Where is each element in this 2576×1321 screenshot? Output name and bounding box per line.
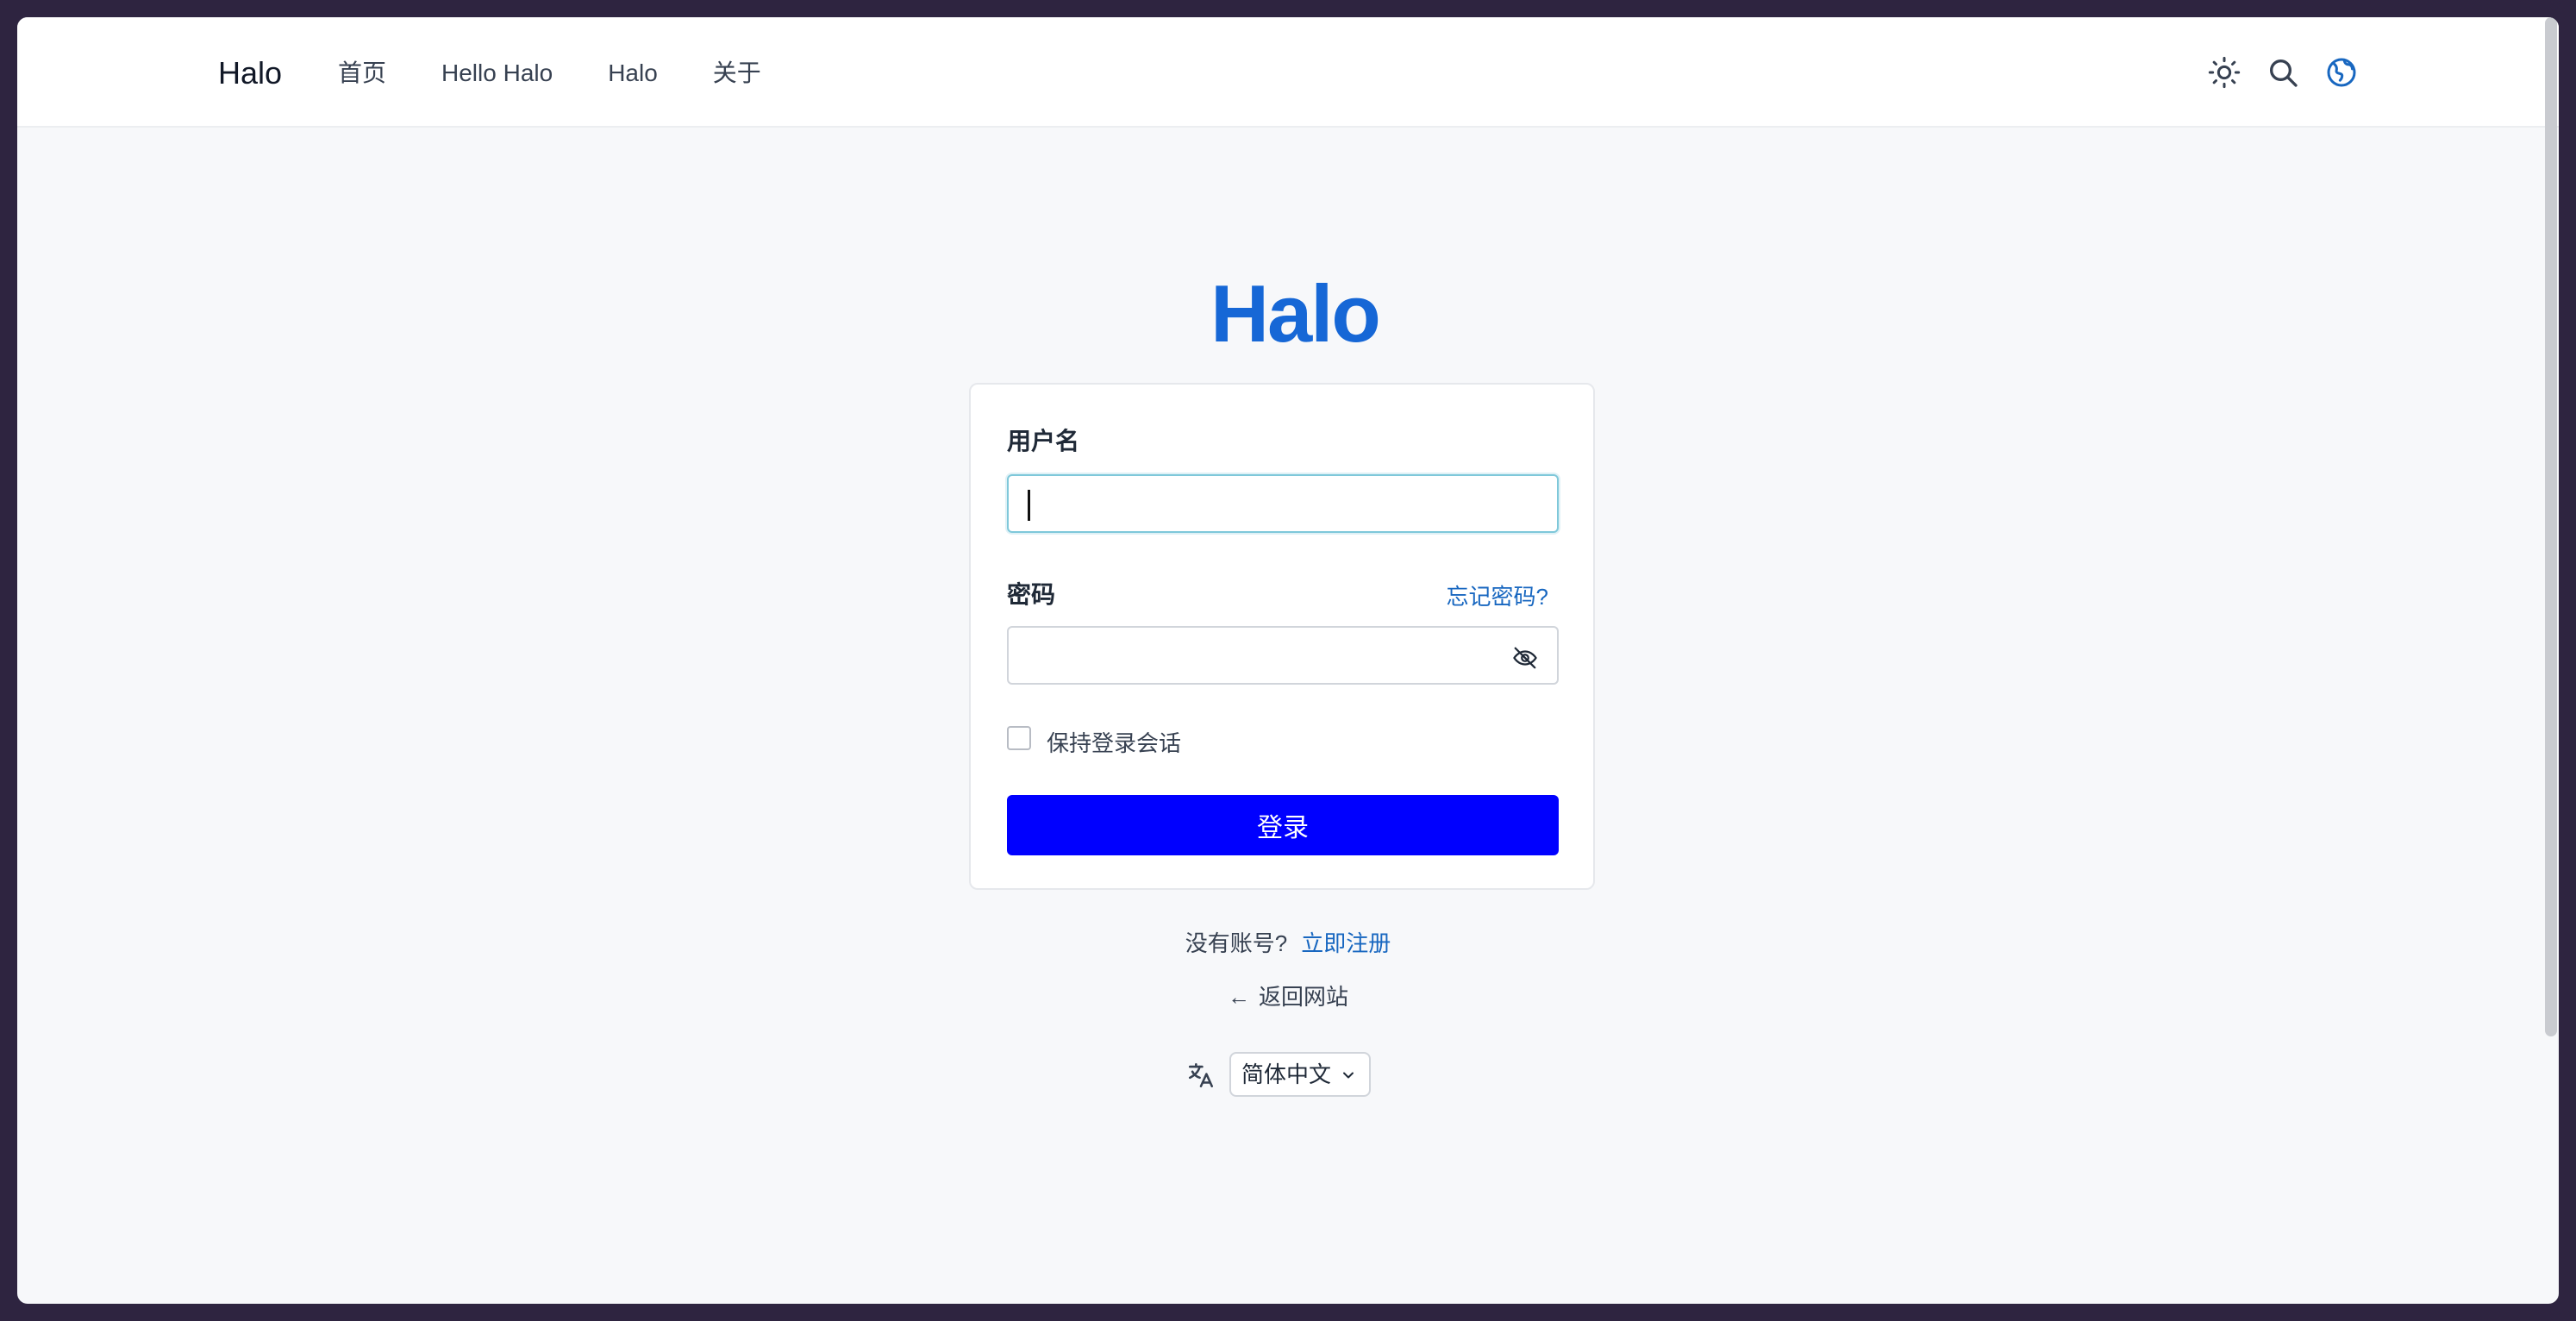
browser-window: Halo 首页 Hello Halo Halo 关于 Halo 用户名 密码 忘… — [17, 17, 2559, 1304]
password-input[interactable] — [1007, 626, 1559, 685]
back-to-site-link[interactable]: ← 返回网站 — [17, 980, 2559, 1011]
remember-checkbox[interactable] — [1007, 726, 1031, 750]
sun-icon[interactable] — [2207, 55, 2241, 90]
globe-icon[interactable] — [2324, 55, 2359, 90]
login-card: 用户名 密码 忘记密码? 保持登录会话 登录 — [969, 383, 1595, 890]
halo-logo: Halo — [1210, 268, 1381, 359]
translate-icon — [1188, 1062, 1214, 1088]
username-label: 用户名 — [1007, 428, 1080, 454]
nav-item-hello-halo[interactable]: Hello Halo — [441, 59, 553, 88]
login-button[interactable]: 登录 — [1007, 795, 1559, 855]
nav-item-halo[interactable]: Halo — [608, 59, 658, 88]
text-caret — [1028, 490, 1030, 521]
register-link[interactable]: 立即注册 — [1301, 930, 1391, 956]
page-scrollbar[interactable] — [2545, 17, 2557, 1036]
signup-prompt: 没有账号? 立即注册 — [17, 926, 2559, 958]
site-brand[interactable]: Halo — [218, 55, 282, 91]
remember-label[interactable]: 保持登录会话 — [1047, 726, 1181, 758]
chevron-down-icon — [1343, 1072, 1354, 1079]
search-icon[interactable] — [2266, 55, 2300, 90]
eye-off-icon[interactable] — [1512, 645, 1538, 671]
no-account-text: 没有账号? — [1185, 930, 1288, 956]
nav-item-about[interactable]: 关于 — [713, 59, 761, 88]
password-label: 密码 — [1007, 581, 1056, 608]
back-to-site-label: 返回网站 — [1258, 984, 1348, 1010]
arrow-left-icon: ← — [1227, 984, 1250, 1010]
language-select[interactable]: 简体中文 — [1229, 1052, 1371, 1097]
nav-item-home[interactable]: 首页 — [338, 59, 386, 88]
username-input[interactable] — [1007, 474, 1559, 533]
main-nav: 首页 Hello Halo Halo 关于 — [338, 59, 816, 88]
language-select-value: 简体中文 — [1241, 1061, 1332, 1087]
site-header: Halo 首页 Hello Halo Halo 关于 — [17, 17, 2559, 128]
forgot-password-link[interactable]: 忘记密码? — [1447, 579, 1548, 611]
